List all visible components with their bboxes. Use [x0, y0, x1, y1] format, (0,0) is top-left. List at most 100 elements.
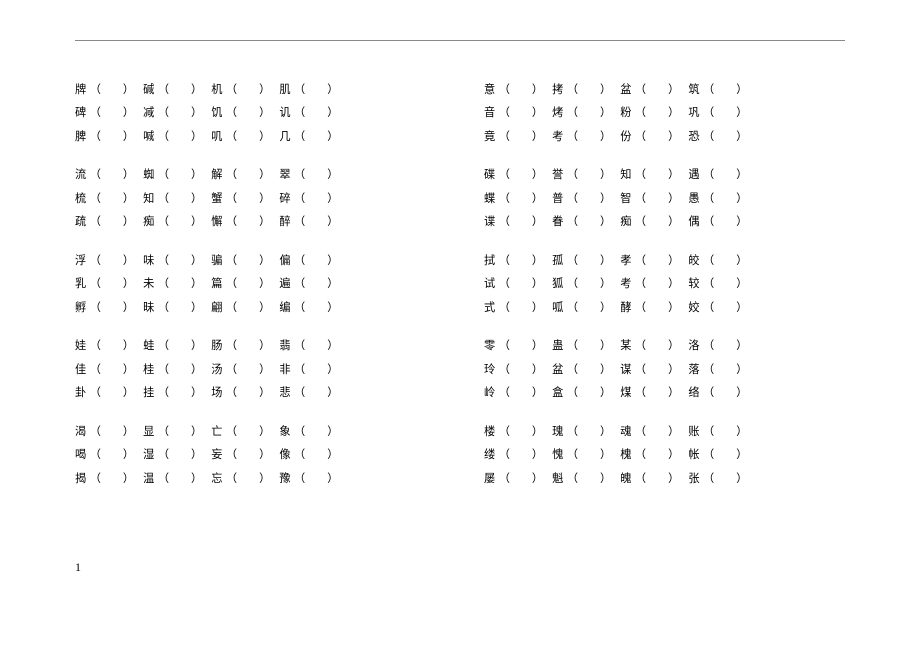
character-cell: 非（） — [279, 361, 338, 379]
character-cell: 场（） — [211, 384, 270, 402]
open-paren: （ — [158, 361, 169, 379]
close-paren: ） — [668, 275, 679, 293]
close-paren: ） — [123, 337, 134, 355]
character-cell: 槐（） — [620, 446, 679, 464]
open-paren: （ — [294, 361, 305, 379]
char: 魄 — [620, 470, 632, 488]
close-paren: ） — [123, 190, 134, 208]
close-paren: ） — [123, 166, 134, 184]
character-cell: 几（） — [279, 128, 338, 146]
character-cell: 偏（） — [279, 252, 338, 270]
char: 妄 — [211, 446, 223, 464]
open-paren: （ — [294, 446, 305, 464]
character-group: 意（）拷（）盆（）筑（）音（）烤（）粉（）巩（）竟（）考（）份（）恐（） — [484, 81, 845, 146]
open-paren: （ — [499, 337, 510, 355]
close-paren: ） — [191, 470, 202, 488]
close-paren: ） — [600, 299, 611, 317]
open-paren: （ — [226, 81, 237, 99]
open-paren: （ — [90, 81, 101, 99]
character-cell: 遍（） — [279, 275, 338, 293]
character-cell: 拭（） — [484, 252, 543, 270]
character-cell: 皎（） — [688, 252, 747, 270]
close-paren: ） — [259, 104, 270, 122]
char: 魁 — [552, 470, 564, 488]
open-paren: （ — [567, 104, 578, 122]
open-paren: （ — [90, 470, 101, 488]
open-paren: （ — [294, 384, 305, 402]
char: 意 — [484, 81, 496, 99]
character-cell: 络（） — [688, 384, 747, 402]
close-paren: ） — [259, 166, 270, 184]
open-paren: （ — [158, 423, 169, 441]
close-paren: ） — [532, 446, 543, 464]
close-paren: ） — [327, 104, 338, 122]
open-paren: （ — [635, 337, 646, 355]
character-cell: 拷（） — [552, 81, 611, 99]
char: 孵 — [75, 299, 87, 317]
character-cell: 解（） — [211, 166, 270, 184]
char: 偏 — [279, 252, 291, 270]
character-row: 牌（）碱（）机（）肌（） — [75, 81, 436, 99]
open-paren: （ — [294, 299, 305, 317]
char: 场 — [211, 384, 223, 402]
open-paren: （ — [635, 446, 646, 464]
char: 讥 — [279, 104, 291, 122]
character-row: 浮（）味（）骗（）偏（） — [75, 252, 436, 270]
character-cell: 醉（） — [279, 213, 338, 231]
character-cell: 孵（） — [75, 299, 134, 317]
character-cell: 碑（） — [75, 104, 134, 122]
char: 流 — [75, 166, 87, 184]
character-cell: 未（） — [143, 275, 202, 293]
character-cell: 像（） — [279, 446, 338, 464]
character-row: 玲（）盆（）谋（）落（） — [484, 361, 845, 379]
open-paren: （ — [226, 361, 237, 379]
close-paren: ） — [191, 337, 202, 355]
character-cell: 誉（） — [552, 166, 611, 184]
char: 豫 — [279, 470, 291, 488]
close-paren: ） — [259, 190, 270, 208]
open-paren: （ — [567, 337, 578, 355]
character-row: 楼（）瑰（）魂（）账（） — [484, 423, 845, 441]
open-paren: （ — [703, 361, 714, 379]
open-paren: （ — [635, 384, 646, 402]
character-cell: 懈（） — [211, 213, 270, 231]
char: 音 — [484, 104, 496, 122]
close-paren: ） — [736, 470, 747, 488]
close-paren: ） — [736, 213, 747, 231]
character-cell: 楼（） — [484, 423, 543, 441]
close-paren: ） — [668, 81, 679, 99]
close-paren: ） — [123, 81, 134, 99]
character-cell: 盆（） — [552, 361, 611, 379]
right-column: 意（）拷（）盆（）筑（）音（）烤（）粉（）巩（）竟（）考（）份（）恐（）碟（）誉… — [484, 81, 845, 508]
open-paren: （ — [158, 384, 169, 402]
char: 筑 — [688, 81, 700, 99]
character-cell: 谋（） — [620, 361, 679, 379]
character-cell: 蝶（） — [484, 190, 543, 208]
char: 篇 — [211, 275, 223, 293]
open-paren: （ — [703, 213, 714, 231]
character-cell: 遇（） — [688, 166, 747, 184]
character-row: 揭（）温（）忘（）豫（） — [75, 470, 436, 488]
character-cell: 魁（） — [552, 470, 611, 488]
character-cell: 呱（） — [552, 299, 611, 317]
close-paren: ） — [600, 361, 611, 379]
character-cell: 痴（） — [620, 213, 679, 231]
char: 减 — [143, 104, 155, 122]
open-paren: （ — [567, 252, 578, 270]
open-paren: （ — [567, 446, 578, 464]
character-cell: 竟（） — [484, 128, 543, 146]
close-paren: ） — [327, 337, 338, 355]
char: 亡 — [211, 423, 223, 441]
close-paren: ） — [191, 190, 202, 208]
char: 账 — [688, 423, 700, 441]
char: 愚 — [688, 190, 700, 208]
char: 较 — [688, 275, 700, 293]
char: 缕 — [484, 446, 496, 464]
character-row: 碑（）减（）饥（）讥（） — [75, 104, 436, 122]
open-paren: （ — [567, 423, 578, 441]
char: 味 — [143, 252, 155, 270]
open-paren: （ — [567, 384, 578, 402]
character-cell: 翩（） — [211, 299, 270, 317]
open-paren: （ — [158, 275, 169, 293]
close-paren: ） — [532, 275, 543, 293]
